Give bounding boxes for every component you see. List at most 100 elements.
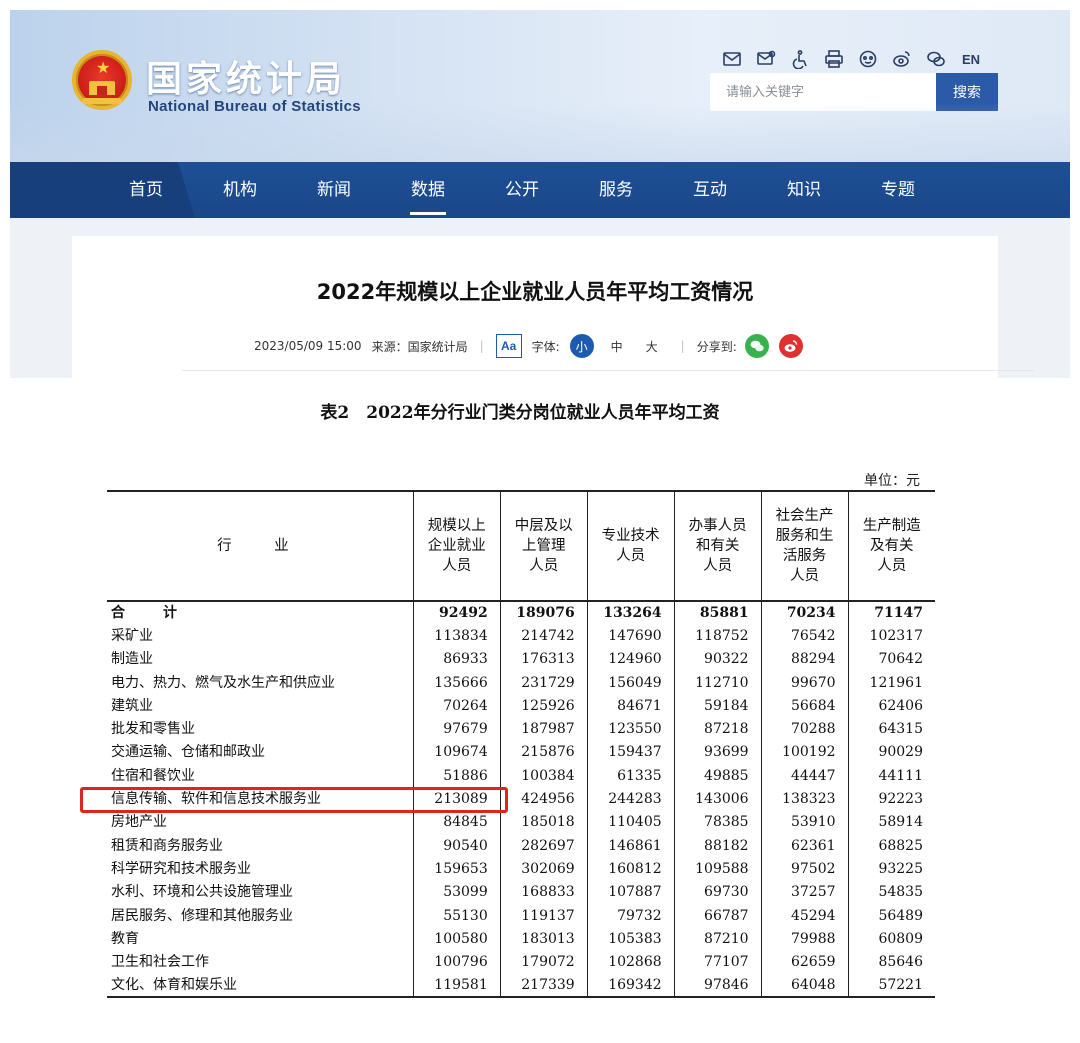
value-cell: 424956: [499, 787, 588, 811]
value-cell: 56489: [847, 903, 935, 928]
value-cell: 70288: [760, 717, 849, 741]
industry-cell: 交通运输、仓储和邮政业: [111, 744, 265, 761]
national-emblem-icon: ★: [72, 50, 132, 110]
column-header: 专业技术 人员: [586, 491, 675, 601]
industry-cell: 房地产业: [111, 814, 167, 831]
publish-datetime: 2023/05/09 15:00: [254, 339, 362, 353]
value-cell: 169342: [586, 973, 675, 998]
value-cell: 87210: [673, 927, 762, 951]
table-row: 水利、环境和公共设施管理业 53099 168833 107887 69730 37257…: [107, 880, 935, 904]
industry-cell: 科学研究和技术服务业: [111, 860, 251, 877]
table-row: 租赁和商务服务业 90540 282697 146861 88182 62361 68825: [107, 833, 935, 858]
table-row: 居民服务、修理和其他服务业 55130 119137 79732 66787 45294 5…: [107, 903, 935, 928]
industry-cell: 采矿业: [111, 627, 153, 644]
column-header-industry: 行 业: [217, 538, 303, 554]
value-cell: 124960: [586, 647, 675, 671]
value-cell: 79988: [760, 927, 849, 951]
nav-interaction[interactable]: 互动: [680, 162, 740, 218]
search-button[interactable]: 搜索: [936, 73, 998, 111]
value-cell: 64315: [847, 717, 935, 741]
value-cell: 97846: [673, 973, 762, 998]
table-row: 文化、体育和娱乐业 119581 217339 169342 97846 64048 572…: [107, 973, 935, 998]
mini-program-icon[interactable]: [858, 49, 878, 69]
accessibility-icon[interactable]: [790, 49, 810, 69]
value-cell: 64048: [760, 973, 849, 998]
value-cell: 100796: [412, 950, 501, 974]
nav-topics[interactable]: 专题: [868, 162, 928, 218]
table-row: 住宿和餐饮业 51886 100384 61335 49885 44447 44111: [107, 764, 935, 788]
unit-label: 单位：元: [864, 473, 920, 489]
nav-data[interactable]: 数据: [398, 162, 458, 218]
industry-cell: 批发和零售业: [111, 721, 195, 738]
industry-cell: 合 计: [111, 605, 189, 622]
table-body: 合 计 92492 189076 133264 85881 70234 71147 采矿业 11…: [107, 601, 935, 998]
share-weibo-button[interactable]: [778, 334, 803, 358]
value-cell: 55130: [412, 903, 501, 928]
weibo-icon[interactable]: [892, 49, 912, 69]
print-icon[interactable]: [824, 49, 844, 69]
value-cell: 37257: [760, 880, 849, 904]
nav-public[interactable]: 公开: [492, 162, 552, 218]
value-cell: 118752: [673, 624, 762, 648]
article-header: 2022年规模以上企业就业人员年平均工资情况 2023/05/09 15:00 …: [72, 236, 1034, 378]
font-size-label: 字体:: [531, 339, 560, 354]
value-cell: 53910: [760, 810, 849, 834]
value-cell: 147690: [586, 624, 675, 648]
value-cell: 85881: [673, 601, 762, 625]
language-switch[interactable]: EN: [962, 52, 980, 67]
value-cell: 143006: [673, 787, 762, 811]
value-cell: 58914: [847, 810, 935, 834]
value-cell: 109588: [673, 857, 762, 881]
value-cell: 90540: [412, 833, 501, 858]
value-cell: 87218: [673, 717, 762, 741]
column-header: 中层及以 上管理 人员: [499, 491, 588, 601]
value-cell: 213089: [412, 787, 501, 811]
wage-table: 行 业 规模以上 企业就业 人员 中层及以 上管理 人员 专业技术 人员 办事人员 和有关 人员 社会生…: [107, 490, 935, 998]
nav-home[interactable]: 首页: [116, 162, 176, 218]
wechat-icon[interactable]: [926, 49, 946, 69]
table-row: 科学研究和技术服务业 159653 302069 160812 109588 97502 9…: [107, 857, 935, 881]
value-cell: 112710: [673, 670, 762, 695]
share-label: 分享到:: [696, 339, 737, 354]
industry-cell: 信息传输、软件和信息技术服务业: [111, 791, 321, 808]
value-cell: 68825: [847, 833, 935, 858]
value-cell: 92223: [847, 787, 935, 811]
font-size-small-button[interactable]: 小: [569, 334, 594, 358]
nav-services[interactable]: 服务: [586, 162, 646, 218]
value-cell: 79732: [586, 903, 675, 928]
column-header: 生产制造 及有关 人员: [847, 491, 935, 601]
article-meta: 2023/05/09 15:00 来源：国家统计局 | Aa 字体: 小 中 大…: [254, 334, 808, 358]
table-header-row: 行 业 规模以上 企业就业 人员 中层及以 上管理 人员 专业技术 人员 办事人员 和有关 人员 社会生…: [107, 491, 935, 601]
mail-check-icon[interactable]: [756, 49, 776, 69]
site-header: ★ 国家统计局 National Bureau of Statistics EN…: [10, 10, 1070, 162]
value-cell: 100192: [760, 740, 849, 765]
font-size-medium-button[interactable]: 中: [605, 334, 629, 358]
font-size-large-button[interactable]: 大: [640, 334, 664, 358]
value-cell: 88182: [673, 833, 762, 858]
value-cell: 62659: [760, 950, 849, 974]
search-input[interactable]: [710, 73, 936, 111]
nav-news[interactable]: 新闻: [304, 162, 364, 218]
nav-organization[interactable]: 机构: [210, 162, 270, 218]
main-nav: 首页 机构 新闻 数据 公开 服务 互动 知识 专题: [10, 162, 1070, 218]
value-cell: 110405: [586, 810, 675, 834]
mail-icon[interactable]: [722, 49, 742, 69]
table-row: 交通运输、仓储和邮政业 109674 215876 159437 93699 100192…: [107, 740, 935, 765]
value-cell: 93225: [847, 857, 935, 881]
table-row: 电力、热力、燃气及水生产和供应业 135666 231729 156049 112710…: [107, 670, 935, 695]
table-row: 制造业 86933 176313 124960 90322 88294 70642: [107, 647, 935, 671]
value-cell: 185018: [499, 810, 588, 834]
column-header: 社会生产 服务和生 活服务 人员: [760, 491, 849, 601]
value-cell: 138323: [760, 787, 849, 811]
value-cell: 214742: [499, 624, 588, 648]
value-cell: 119581: [412, 973, 501, 998]
value-cell: 44111: [847, 764, 935, 788]
share-wechat-button[interactable]: [744, 334, 769, 358]
site-title[interactable]: 国家统计局: [146, 50, 346, 102]
value-cell: 189076: [499, 601, 588, 625]
value-cell: 57221: [847, 973, 935, 998]
table-row: 教育 100580 183013 105383 87210 79988 60809: [107, 927, 935, 951]
value-cell: 70234: [760, 601, 849, 625]
nav-knowledge[interactable]: 知识: [774, 162, 834, 218]
table-row: 信息传输、软件和信息技术服务业 213089 424956 244283 143006 1…: [107, 787, 935, 811]
